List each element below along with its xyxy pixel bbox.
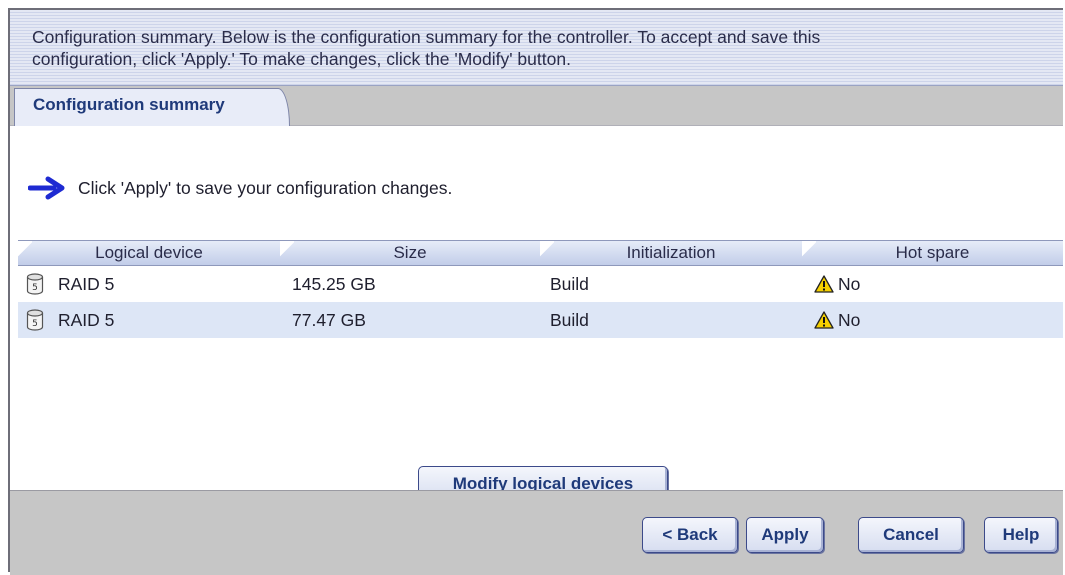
table-row[interactable]: 5 RAID 5 145.25 GB Build No [18,266,1063,302]
wizard-window: Configuration summary. Below is the conf… [8,8,1063,575]
back-button[interactable]: < Back [642,517,738,553]
summary-panel: Click 'Apply' to save your configuration… [10,126,1063,502]
warning-icon [814,275,834,293]
apply-hint-text: Click 'Apply' to save your configuration… [78,177,453,198]
hot-spare-cell: No [802,310,1063,331]
raid-disk-icon: 5 [26,273,44,295]
column-header-initialization[interactable]: Initialization [540,240,802,266]
column-header-size[interactable]: Size [280,240,540,266]
size-cell: 77.47 GB [292,309,366,330]
hot-spare-value: No [838,309,861,330]
column-header-hot-spare[interactable]: Hot spare [802,240,1063,266]
table-row[interactable]: 5 RAID 5 77.47 GB Build No [18,302,1063,338]
logical-device-cell: 5 RAID 5 [18,309,280,331]
column-header-logical-device[interactable]: Logical device [18,240,280,266]
arrow-right-icon [28,176,65,200]
initialization-cell: Build [550,309,589,330]
instructions-header: Configuration summary. Below is the conf… [10,10,1063,86]
logical-device-table: Logical device Size Initialization Hot s… [18,240,1063,338]
instructions-line-1: Configuration summary. Below is the conf… [32,27,821,47]
hot-spare-value: No [838,273,861,294]
tab-configuration-summary[interactable]: Configuration summary [14,88,290,126]
instructions-line-2: configuration, click 'Apply.' To make ch… [32,49,571,69]
apply-hint: Click 'Apply' to save your configuration… [28,172,452,204]
warning-icon [814,311,834,329]
logical-device-cell: 5 RAID 5 [18,273,280,295]
apply-button[interactable]: Apply [746,517,824,553]
initialization-cell: Build [550,273,589,294]
svg-text:5: 5 [32,319,38,329]
hot-spare-cell: No [802,274,1063,295]
help-button[interactable]: Help [984,517,1058,553]
wizard-footer: < Back Apply Cancel Help [10,490,1063,575]
size-cell: 145.25 GB [292,273,376,294]
raid-disk-icon: 5 [26,309,44,331]
cancel-button[interactable]: Cancel [858,517,964,553]
logical-device-name: RAID 5 [58,309,115,330]
table-header: Logical device Size Initialization Hot s… [18,240,1063,266]
tab-strip: Configuration summary [10,86,1063,126]
svg-text:5: 5 [32,283,38,293]
logical-device-name: RAID 5 [58,273,115,294]
